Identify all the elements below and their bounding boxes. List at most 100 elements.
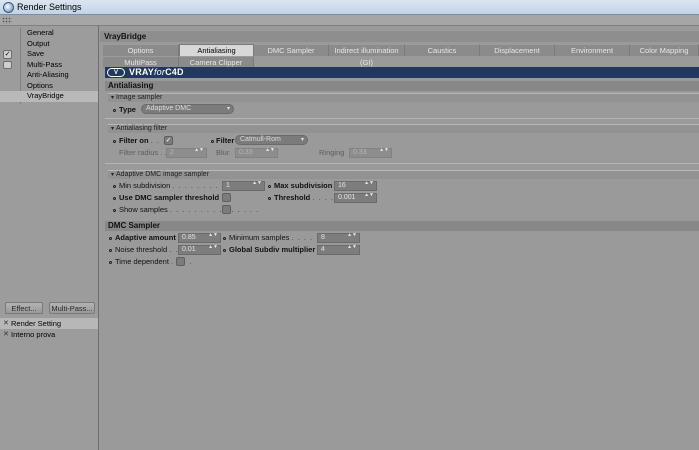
threshold-field[interactable]: 0.001 ▲▼ (334, 193, 377, 203)
filter-type-dropdown[interactable]: Catmull-Rom ▾ (235, 135, 308, 145)
spinner-icon: ▲▼ (208, 232, 218, 238)
render-setting-list: ✕ Render Setting ✕ Interno prova (0, 318, 98, 340)
sidebar-item-options[interactable]: Options (0, 81, 98, 92)
animation-bullet-icon[interactable] (113, 185, 116, 188)
cross-icon: ✕ (3, 320, 9, 327)
sidebar-item-label: Save (27, 49, 45, 58)
filter-radius-label: Filter radius . . (119, 148, 167, 157)
min-subdivision-field[interactable]: 1 ▲▼ (222, 181, 265, 191)
spinner-icon: ▲▼ (364, 192, 374, 198)
animation-bullet-icon[interactable] (268, 197, 271, 200)
type-label: Type (119, 105, 136, 114)
spinner-icon: ▲▼ (379, 147, 389, 153)
threshold-label: Threshold . . . . . (274, 193, 341, 202)
tab-bar: Options Antialiasing DMC Sampler Indirec… (103, 44, 699, 67)
multipass-enable-checkbox[interactable] (3, 60, 12, 69)
collapse-icon: ▾ (111, 172, 115, 178)
minimum-samples-field[interactable]: 8 ▲▼ (317, 233, 360, 243)
section-dmc-sampler: DMC Sampler (105, 221, 699, 231)
filter-label: Filter (216, 136, 235, 145)
group-adaptive-dmc-image-sampler[interactable]: ▾ Adaptive DMC image sampler (108, 170, 699, 179)
chevron-down-icon: ▾ (226, 106, 230, 112)
divider (105, 118, 699, 119)
vray-logo-icon: V (107, 68, 125, 77)
collapse-icon: ▾ (111, 126, 115, 132)
animation-bullet-icon[interactable] (113, 109, 116, 112)
sidebar-item-label: General (27, 28, 54, 37)
blur-label: Blur (216, 148, 230, 157)
group-image-sampler[interactable]: ▾ Image sampler (108, 93, 699, 102)
tab-options[interactable]: Options (103, 44, 179, 56)
group-antialiasing-filter[interactable]: ▾ Antialiasing filter (108, 124, 699, 133)
list-item-interno-prova[interactable]: ✕ Interno prova (0, 329, 98, 340)
animation-bullet-icon[interactable] (113, 140, 116, 143)
window-title: Render Settings (17, 2, 82, 12)
sidebar-item-output[interactable]: Output (0, 39, 98, 50)
panel-title: VrayBridge (100, 31, 699, 42)
time-dependent-checkbox[interactable] (176, 257, 185, 266)
global-subdiv-multiplier-label: Global Subdiv multiplier (229, 245, 316, 254)
app-icon (3, 2, 14, 13)
tab-dmc-sampler[interactable]: DMC Sampler (254, 44, 329, 56)
toolbar-strip (0, 15, 699, 26)
use-dmc-threshold-label: Use DMC sampler threshold (119, 193, 220, 202)
grip-icon[interactable] (2, 17, 12, 24)
sidebar-item-label: Anti-Aliasing (27, 70, 69, 79)
tab-environment[interactable]: Environment (555, 44, 630, 56)
title-bar: Render Settings (0, 0, 699, 15)
multi-pass-button[interactable]: Multi-Pass... (49, 302, 95, 314)
tab-color-mapping[interactable]: Color Mapping (630, 44, 699, 56)
vray-logo-text: VRAYforC4D (129, 67, 184, 77)
max-subdivision-label: Max subdivision (274, 181, 333, 190)
spinner-icon: ▲▼ (364, 180, 374, 186)
max-subdivision-field[interactable]: 16 ▲▼ (334, 181, 377, 191)
animation-bullet-icon[interactable] (109, 237, 112, 240)
save-enable-checkbox[interactable]: ✓ (3, 50, 12, 59)
ringing-label: Ringing (319, 148, 345, 157)
sidebar-item-anti-aliasing[interactable]: Anti-Aliasing (0, 70, 98, 81)
animation-bullet-icon[interactable] (113, 197, 116, 200)
sidebar-item-label: Multi-Pass (27, 59, 63, 69)
adaptive-amount-field[interactable]: 0.85 ▲▼ (178, 233, 221, 243)
blur-field[interactable]: 0.33 ▲▼ (235, 148, 278, 158)
spinner-icon: ▲▼ (252, 180, 262, 186)
sidebar-item-label: Output (27, 38, 50, 48)
ringing-field[interactable]: 0.33 ▲▼ (349, 148, 392, 158)
animation-bullet-icon[interactable] (113, 209, 116, 212)
animation-bullet-icon[interactable] (109, 249, 112, 252)
animation-bullet-icon[interactable] (223, 237, 226, 240)
image-sampler-type-dropdown[interactable]: Adaptive DMC ▾ (141, 104, 234, 114)
global-subdiv-multiplier-field[interactable]: 4 ▲▼ (317, 245, 360, 255)
spinner-icon: ▲▼ (265, 147, 275, 153)
animation-bullet-icon[interactable] (268, 185, 271, 188)
use-dmc-threshold-checkbox[interactable] (222, 193, 231, 202)
sidebar-item-save[interactable]: ✓ Save (0, 49, 98, 60)
spinner-icon: ▲▼ (347, 232, 357, 238)
effect-button[interactable]: Effect... (5, 302, 43, 314)
sidebar-item-label: VrayBridge (27, 91, 64, 100)
tab-displacement[interactable]: Displacement (480, 44, 555, 56)
tab-caustics[interactable]: Caustics (405, 44, 480, 56)
chevron-down-icon: ▾ (300, 137, 304, 143)
show-samples-checkbox[interactable] (222, 205, 231, 214)
noise-threshold-label: Noise threshold . . . (115, 245, 185, 254)
sidebar-item-general[interactable]: General (0, 28, 98, 39)
tab-indirect-illumination[interactable]: Indirect illumination (GI) (329, 44, 405, 67)
filter-on-checkbox[interactable]: ✓ (164, 136, 173, 145)
animation-bullet-icon[interactable] (223, 249, 226, 252)
list-item-label: Render Setting (11, 319, 62, 328)
adaptive-amount-label: Adaptive amount (115, 233, 176, 242)
vray-banner: V VRAYforC4D (105, 67, 699, 78)
spinner-icon: ▲▼ (347, 244, 357, 250)
noise-threshold-field[interactable]: 0.01 ▲▼ (178, 245, 221, 255)
sidebar-item-vraybridge[interactable]: VrayBridge (0, 91, 98, 102)
sidebar-item-multi-pass[interactable]: Multi-Pass (0, 60, 98, 71)
show-samples-label: Show samples . . . . . . . . . . . . . .… (119, 205, 260, 214)
tab-antialiasing[interactable]: Antialiasing (179, 44, 254, 56)
animation-bullet-icon[interactable] (109, 261, 112, 264)
spinner-icon: ▲▼ (208, 244, 218, 250)
list-item-render-setting[interactable]: ✕ Render Setting (0, 318, 98, 329)
filter-radius-field[interactable]: 2 ▲▼ (166, 148, 207, 158)
animation-bullet-icon[interactable] (211, 140, 214, 143)
collapse-icon: ▾ (111, 95, 115, 101)
